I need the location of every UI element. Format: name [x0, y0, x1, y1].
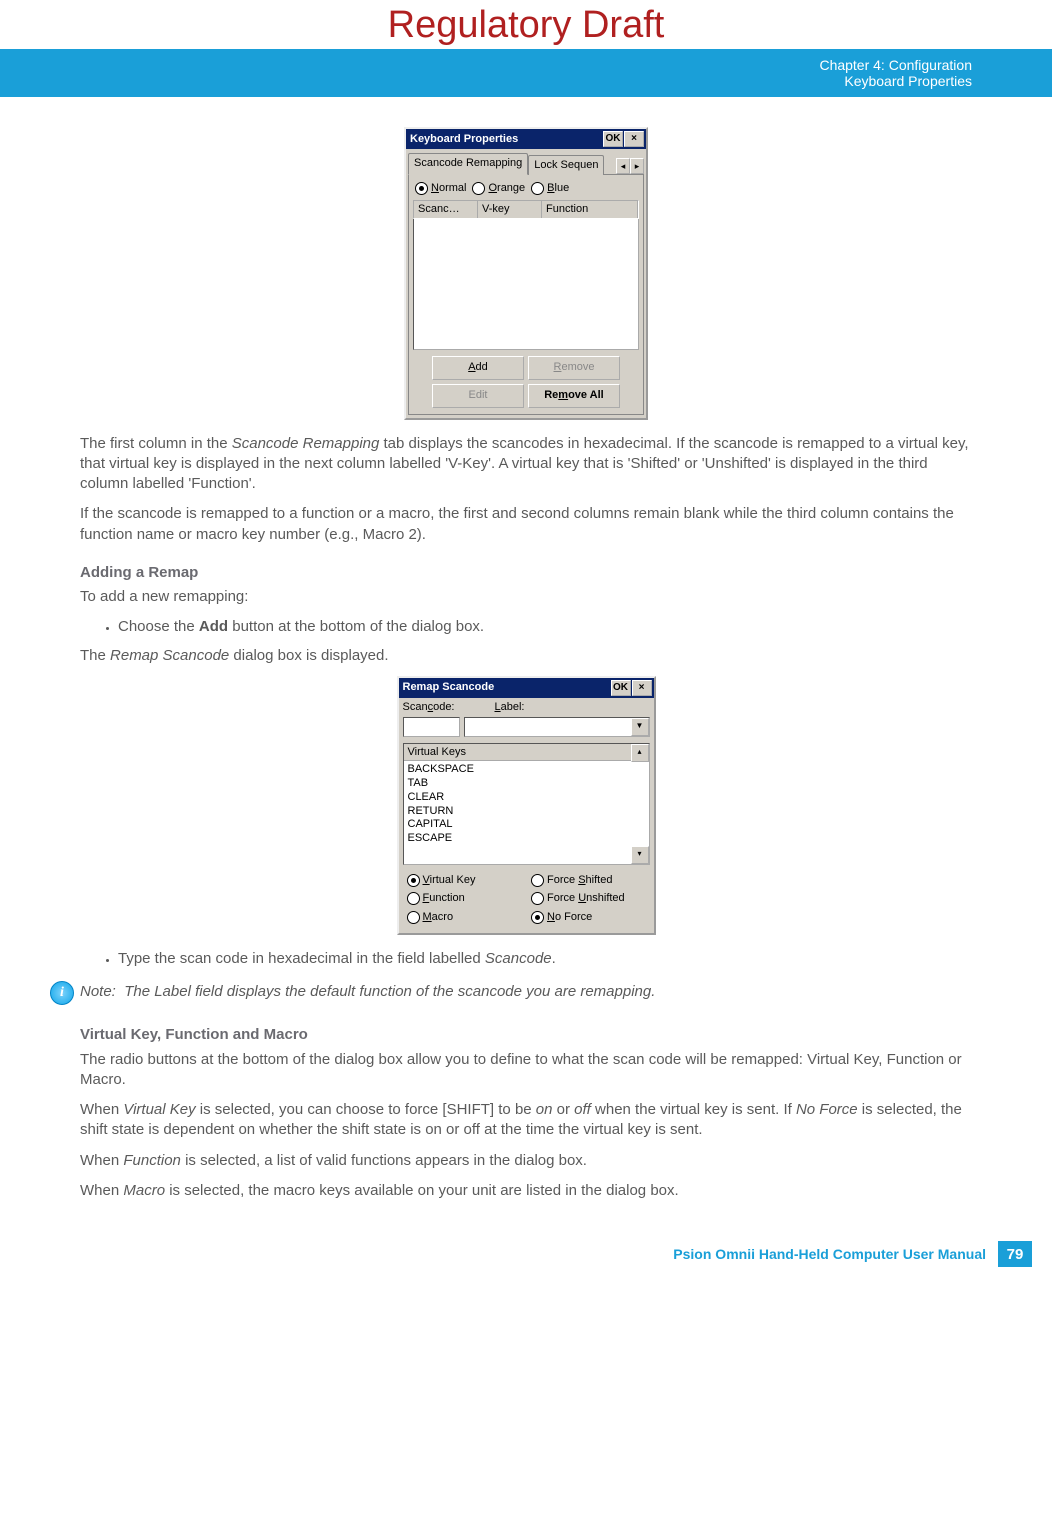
radio-force-unshifted[interactable]: Force Unshifted	[531, 891, 646, 906]
radio-icon	[415, 182, 428, 195]
paragraph: The Remap Scancode dialog box is display…	[80, 646, 972, 666]
tab-panel: Normal Orange Blue Scanc… V-key Function…	[408, 174, 644, 415]
list-item[interactable]: BACKSPACE	[408, 763, 645, 777]
radio-force-shifted[interactable]: Force Shifted	[531, 873, 646, 888]
dialog-titlebar: Remap Scancode OK ×	[399, 678, 654, 698]
tab-scroll-right-icon[interactable]: ▸	[630, 158, 644, 174]
note-text: The Label field displays the default fun…	[124, 983, 655, 1000]
scancode-input[interactable]	[403, 717, 460, 737]
scroll-up-icon[interactable]: ▴	[631, 744, 649, 762]
radio-orange[interactable]: Orange	[472, 181, 525, 196]
keyboard-properties-dialog: Keyboard Properties OK × Scancode Remapp…	[404, 127, 648, 420]
heading-vfm: Virtual Key, Function and Macro	[80, 1025, 972, 1045]
tab-scroll-left-icon[interactable]: ◂	[616, 158, 630, 174]
chapter-line: Chapter 4: Configuration	[0, 57, 972, 73]
draft-banner: Regulatory Draft	[0, 0, 1052, 49]
radio-normal[interactable]: Normal	[415, 181, 466, 196]
info-icon: i	[50, 981, 74, 1005]
paragraph: The first column in the Scancode Remappi…	[80, 434, 972, 495]
radio-blue[interactable]: Blue	[531, 181, 569, 196]
note-label: Note:	[80, 983, 116, 1000]
col-scancode[interactable]: Scanc…	[414, 201, 478, 218]
label-combo[interactable]: ▼	[464, 717, 650, 737]
close-button[interactable]: ×	[632, 680, 652, 696]
radio-no-force[interactable]: No Force	[531, 910, 646, 925]
close-button[interactable]: ×	[624, 131, 644, 147]
edit-button: Edit	[432, 384, 524, 408]
radio-icon	[407, 874, 420, 887]
listbox-header: Virtual Keys	[404, 744, 649, 762]
radio-macro[interactable]: Macro	[407, 910, 522, 925]
list-item[interactable]: RETURN	[408, 805, 645, 819]
paragraph: To add a new remapping:	[80, 587, 972, 607]
radio-icon	[531, 892, 544, 905]
ok-button[interactable]: OK	[611, 680, 631, 696]
paragraph: If the scancode is remapped to a functio…	[80, 504, 972, 545]
list-item[interactable]: CLEAR	[408, 791, 645, 805]
radio-icon	[531, 874, 544, 887]
dropdown-icon[interactable]: ▼	[631, 718, 649, 736]
remove-button: Remove	[528, 356, 620, 380]
tab-scancode-remapping[interactable]: Scancode Remapping	[408, 153, 528, 175]
page-content: Keyboard Properties OK × Scancode Remapp…	[0, 97, 1052, 1231]
page-number: 79	[998, 1241, 1032, 1267]
label-scancode: Scancode:	[403, 700, 455, 715]
remap-scancode-dialog: Remap Scancode OK × Scancode: Label: ▼ ▴…	[397, 676, 656, 935]
paragraph: When Virtual Key is selected, you can ch…	[80, 1100, 972, 1141]
radio-icon	[407, 892, 420, 905]
col-function[interactable]: Function	[542, 201, 638, 218]
radio-virtual-key[interactable]: Virtual Key	[407, 873, 522, 888]
section-line: Keyboard Properties	[0, 73, 972, 89]
list-item: Choose the Add button at the bottom of t…	[118, 617, 972, 637]
paragraph: The radio buttons at the bottom of the d…	[80, 1050, 972, 1091]
col-vkey[interactable]: V-key	[478, 201, 542, 218]
note-block: i Note: The Label field displays the def…	[40, 979, 972, 1005]
paragraph: When Function is selected, a list of val…	[80, 1151, 972, 1171]
tab-lock-sequence[interactable]: Lock Sequen	[528, 155, 604, 175]
dialog-title: Keyboard Properties	[410, 132, 603, 147]
page-footer: Psion Omnii Hand-Held Computer User Manu…	[0, 1231, 1052, 1287]
footer-text: Psion Omnii Hand-Held Computer User Manu…	[673, 1246, 986, 1262]
tab-strip: Scancode Remapping Lock Sequen ◂ ▸	[406, 149, 646, 174]
listbox-items: BACKSPACE TAB CLEAR RETURN CAPITAL ESCAP…	[404, 761, 649, 848]
remove-all-button[interactable]: Remove All	[528, 384, 620, 408]
dialog-title: Remap Scancode	[403, 680, 611, 695]
chapter-header: Chapter 4: Configuration Keyboard Proper…	[0, 49, 1052, 97]
list-item[interactable]: ESCAPE	[408, 832, 645, 846]
radio-icon	[531, 182, 544, 195]
list-item: Type the scan code in hexadecimal in the…	[118, 949, 972, 969]
radio-icon	[472, 182, 485, 195]
list-header: Scanc… V-key Function	[413, 200, 639, 219]
list-item[interactable]: CAPITAL	[408, 818, 645, 832]
label-label: Label:	[495, 700, 525, 715]
add-button[interactable]: Add	[432, 356, 524, 380]
scroll-down-icon[interactable]: ▾	[631, 846, 649, 864]
heading-adding-remap: Adding a Remap	[80, 563, 972, 583]
ok-button[interactable]: OK	[603, 131, 623, 147]
virtual-keys-listbox[interactable]: ▴ ▾ Virtual Keys BACKSPACE TAB CLEAR RET…	[403, 743, 650, 865]
radio-icon	[407, 911, 420, 924]
paragraph: When Macro is selected, the macro keys a…	[80, 1181, 972, 1201]
radio-function[interactable]: Function	[407, 891, 522, 906]
list-item[interactable]: TAB	[408, 777, 645, 791]
list-body[interactable]	[413, 219, 639, 350]
radio-icon	[531, 911, 544, 924]
dialog-titlebar: Keyboard Properties OK ×	[406, 129, 646, 149]
